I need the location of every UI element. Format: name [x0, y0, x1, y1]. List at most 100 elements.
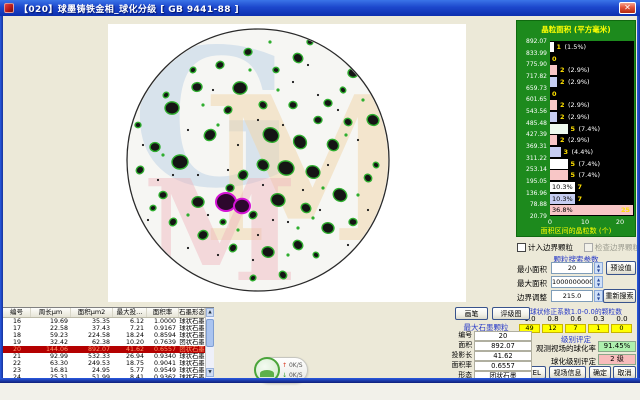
- hist-bin: 2(2.9%): [550, 134, 634, 146]
- table-row[interactable]: 2263.30249.5318.750.9041球状石墨: [3, 360, 205, 367]
- hist-bin: 0: [550, 53, 634, 65]
- checkbox-icon: [584, 243, 593, 252]
- table-row[interactable]: 1619.6935.356.121.0000球状石墨: [3, 318, 205, 325]
- up-arrow-icon: ↑: [282, 362, 287, 369]
- table-row[interactable]: 1932.4262.3810.200.7639团状石墨: [3, 339, 205, 346]
- close-button[interactable]: ✕: [619, 2, 636, 14]
- hist-bar-count: 0: [552, 90, 557, 98]
- check-boundary-checkbox: 检查边界颗粒: [584, 242, 640, 253]
- particle-table[interactable]: 编号周长μm面积μm2最大投...面积率石墨形态 1619.6935.356.1…: [2, 307, 214, 380]
- table-cell: 团状石墨: [179, 346, 205, 353]
- table-cell: 球状石墨: [179, 325, 205, 332]
- table-cell: 6.12: [113, 318, 147, 325]
- hist-bar: [550, 65, 557, 75]
- hist-bar-count: 7: [578, 195, 583, 203]
- hist-bar-count: 5: [571, 171, 576, 179]
- hist-bar-count: 2: [560, 78, 565, 86]
- coefficient-label: 0.0: [611, 315, 633, 323]
- coefficient-count-cell: 7: [565, 324, 586, 333]
- hist-bar: [550, 135, 557, 145]
- field-value: 41.62: [474, 351, 532, 361]
- checkbox-icon[interactable]: [517, 243, 526, 252]
- hist-bar-count: 1: [557, 43, 562, 51]
- table-header-cell[interactable]: 周长μm: [31, 308, 71, 317]
- max-area-spinner[interactable]: ▲▼: [594, 276, 603, 288]
- coefficient-count-cell: 12: [542, 324, 563, 333]
- table-cell: 144.06: [31, 346, 71, 353]
- max-particle-row: 投影长 41.62: [446, 351, 532, 361]
- table-cell: 892.07: [71, 346, 113, 353]
- table-cell: 球状石墨: [179, 353, 205, 360]
- table-row[interactable]: 20144.06892.0741.620.6557团状石墨: [3, 346, 205, 353]
- table-cell: 0.7639: [147, 339, 179, 346]
- table-row[interactable]: 2316.8124.955.770.9549球状石墨: [3, 367, 205, 374]
- hist-bar-percent: (2.9%): [568, 78, 590, 86]
- y-axis-tick-label: 659.73: [517, 85, 547, 92]
- include-boundary-checkbox[interactable]: 计入边界颗粒: [517, 242, 573, 253]
- max-area-input[interactable]: [551, 276, 593, 288]
- hist-bar-percent: 10.3%: [552, 195, 573, 203]
- min-area-spinner[interactable]: ▲▼: [594, 262, 603, 274]
- y-axis-tick-label: 78.88: [517, 201, 547, 208]
- hist-bar-percent: (7.4%): [579, 171, 601, 179]
- table-header-cell[interactable]: 面积μm2: [71, 308, 113, 317]
- table-header-cell[interactable]: 最大投...: [113, 308, 147, 317]
- table-cell: 1.0000: [147, 318, 179, 325]
- x-axis-tick-label: 20: [614, 218, 626, 226]
- table-row[interactable]: 2192.99532.3326.940.9340球状石墨: [3, 353, 205, 360]
- table-cell: 球状石墨: [179, 360, 205, 367]
- hist-bar-percent: (1.5%): [565, 43, 587, 51]
- boundary-input[interactable]: [551, 290, 593, 302]
- table-cell: 224.58: [71, 332, 113, 339]
- hist-bar-count: 0: [552, 55, 557, 63]
- table-cell: 63.30: [31, 360, 71, 367]
- hist-bar-count: 5: [571, 125, 576, 133]
- y-axis-tick-label: 311.22: [517, 155, 547, 162]
- table-scrollbar[interactable]: ▲ ▼: [205, 308, 214, 379]
- micrograph-panel[interactable]: GMM: [108, 24, 466, 302]
- hist-bar: [550, 42, 554, 52]
- table-cell: 19: [3, 339, 31, 346]
- boundary-spinner[interactable]: ▲▼: [594, 290, 603, 302]
- table-header-cell[interactable]: 面积率: [147, 308, 179, 317]
- scroll-down-icon[interactable]: ▼: [206, 368, 214, 377]
- hist-bin: 1(1.5%): [550, 41, 634, 53]
- brush-button[interactable]: 画笔: [455, 307, 488, 320]
- hist-bar: [550, 159, 568, 169]
- min-area-input[interactable]: [551, 262, 593, 274]
- table-cell: 7.21: [113, 325, 147, 332]
- table-cell: 41.62: [113, 346, 147, 353]
- research-button[interactable]: 重新搜索: [603, 289, 636, 303]
- preset-button[interactable]: 预设值: [606, 261, 636, 275]
- y-axis-tick-label: 775.90: [517, 61, 547, 68]
- table-row[interactable]: 1859.23224.5818.240.8594球状石墨: [3, 332, 205, 339]
- table-header-cell[interactable]: 石墨形态: [179, 308, 205, 317]
- table-cell: 球状石墨: [179, 332, 205, 339]
- table-cell: 24.95: [71, 367, 113, 374]
- grade-value: 2 级: [598, 354, 636, 365]
- window-left-border: [0, 16, 3, 378]
- table-cell: 0.6557: [147, 346, 179, 353]
- hist-bin: 0: [550, 88, 634, 100]
- y-axis-tick-label: 892.07: [517, 38, 547, 45]
- grain-area-histogram-panel: 晶粒面积 (平方毫米) 892.07833.99775.90717.82659.…: [516, 20, 636, 237]
- scroll-up-icon[interactable]: ▲: [206, 308, 214, 317]
- hist-bar-percent: (7.4%): [579, 125, 601, 133]
- table-header-cell[interactable]: 编号: [3, 308, 31, 317]
- hist-bin: 3(4.4%): [550, 146, 634, 158]
- table-row[interactable]: 1722.5837.437.210.9167球状石墨: [3, 325, 205, 332]
- table-cell: 92.99: [31, 353, 71, 360]
- table-cell: 球状石墨: [179, 318, 205, 325]
- client-area: GMM 晶粒面积 (平方毫米) 892.07833.99775.90717.82…: [0, 16, 640, 378]
- micrograph-image[interactable]: GMM: [108, 24, 466, 302]
- histogram-x-label: 面积区间的晶粒数 (个): [517, 226, 635, 236]
- table-header[interactable]: 编号周长μm面积μm2最大投...面积率石墨形态: [3, 308, 205, 318]
- include-boundary-label: 计入边界颗粒: [528, 242, 573, 253]
- scrollbar-thumb[interactable]: [206, 319, 214, 347]
- histogram-title: 晶粒面积 (平方毫米): [517, 24, 635, 35]
- rating-chart-button[interactable]: 评级图: [492, 307, 530, 320]
- hist-bar-percent: (2.9%): [568, 136, 590, 144]
- y-axis-tick-label: 195.05: [517, 178, 547, 185]
- titlebar[interactable]: 【020】球墨铸铁金相_球化分级 [ GB 9441-88 ] ✕: [0, 0, 640, 16]
- hist-bar: [550, 147, 561, 157]
